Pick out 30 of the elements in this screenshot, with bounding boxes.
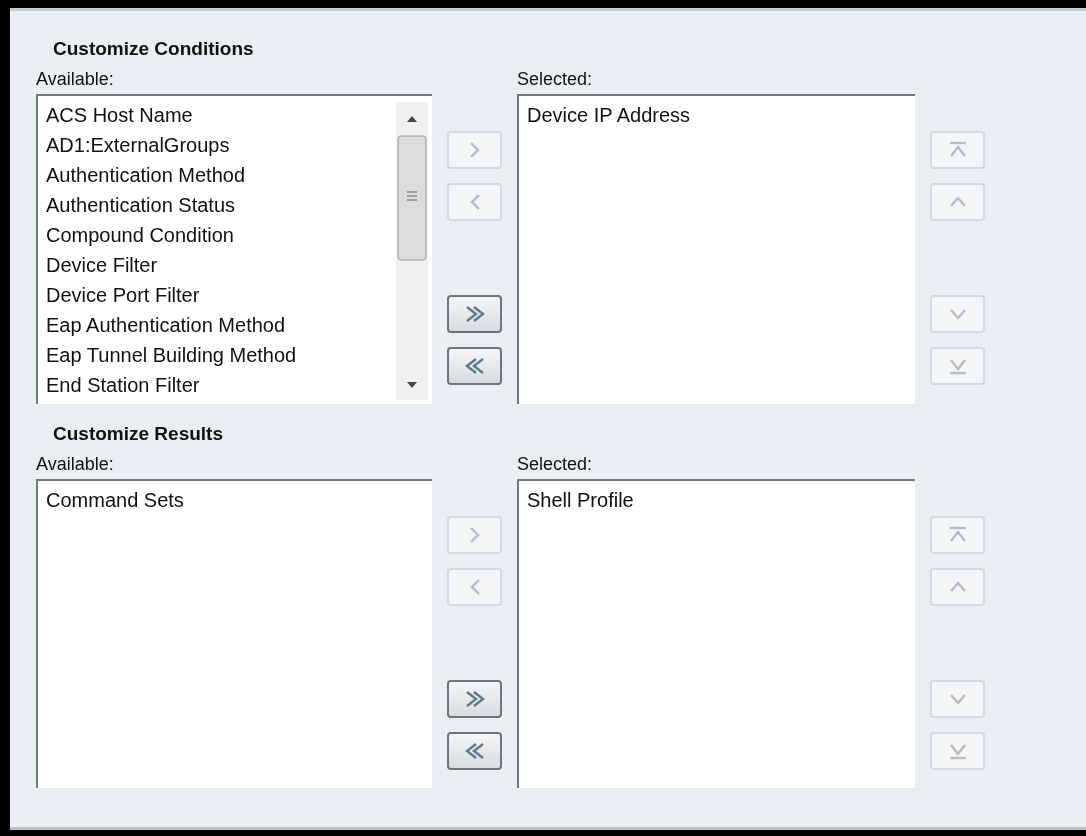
remove-all-button[interactable] (447, 732, 502, 770)
section-title: Customize Conditions (52, 38, 255, 60)
available-list[interactable]: ACS Host Name AD1:ExternalGroups Authentication Method Authentication Status Compound Condition Device Filter Device Port Filter Eap Authentication Method Eap Tunnel Building Method End Station Filter (36, 94, 432, 404)
list-item[interactable]: Device Port Filter (46, 280, 200, 310)
list-item[interactable]: Eap Authentication Method (46, 310, 286, 340)
list-item[interactable]: AD1:ExternalGroups (46, 130, 230, 160)
scrollbar[interactable] (396, 102, 428, 400)
double-chevron-left-icon (463, 355, 486, 377)
available-list[interactable]: Command Sets (36, 479, 432, 788)
list-item[interactable]: Compound Condition (46, 220, 234, 250)
list-item[interactable]: Authentication Method (46, 160, 246, 190)
list-label: Available: (36, 454, 115, 474)
list-label: Selected: (517, 69, 594, 89)
selected-list[interactable]: Device IP Address (517, 94, 915, 404)
list-label: Available: (36, 69, 115, 89)
remove-all-button[interactable] (447, 347, 502, 385)
section-title: Customize Results (52, 423, 224, 445)
list-item[interactable]: End Station Filter (46, 370, 200, 400)
list-item[interactable]: Command Sets (46, 485, 184, 515)
list-item[interactable]: ACS Host Name (46, 100, 193, 130)
list-item[interactable]: Shell Profile (527, 485, 634, 515)
add-all-button[interactable] (447, 295, 502, 333)
list-item[interactable]: Device IP Address (527, 100, 691, 130)
list-label: Selected: (517, 454, 594, 474)
list-item[interactable]: Eap Tunnel Building Method (46, 340, 297, 370)
list-item[interactable]: Device Filter (46, 250, 158, 280)
list-item[interactable]: Authentication Status (46, 190, 235, 220)
add-all-button[interactable] (447, 680, 502, 718)
selected-list[interactable]: Shell Profile (517, 479, 915, 788)
double-chevron-left-icon (463, 740, 486, 762)
